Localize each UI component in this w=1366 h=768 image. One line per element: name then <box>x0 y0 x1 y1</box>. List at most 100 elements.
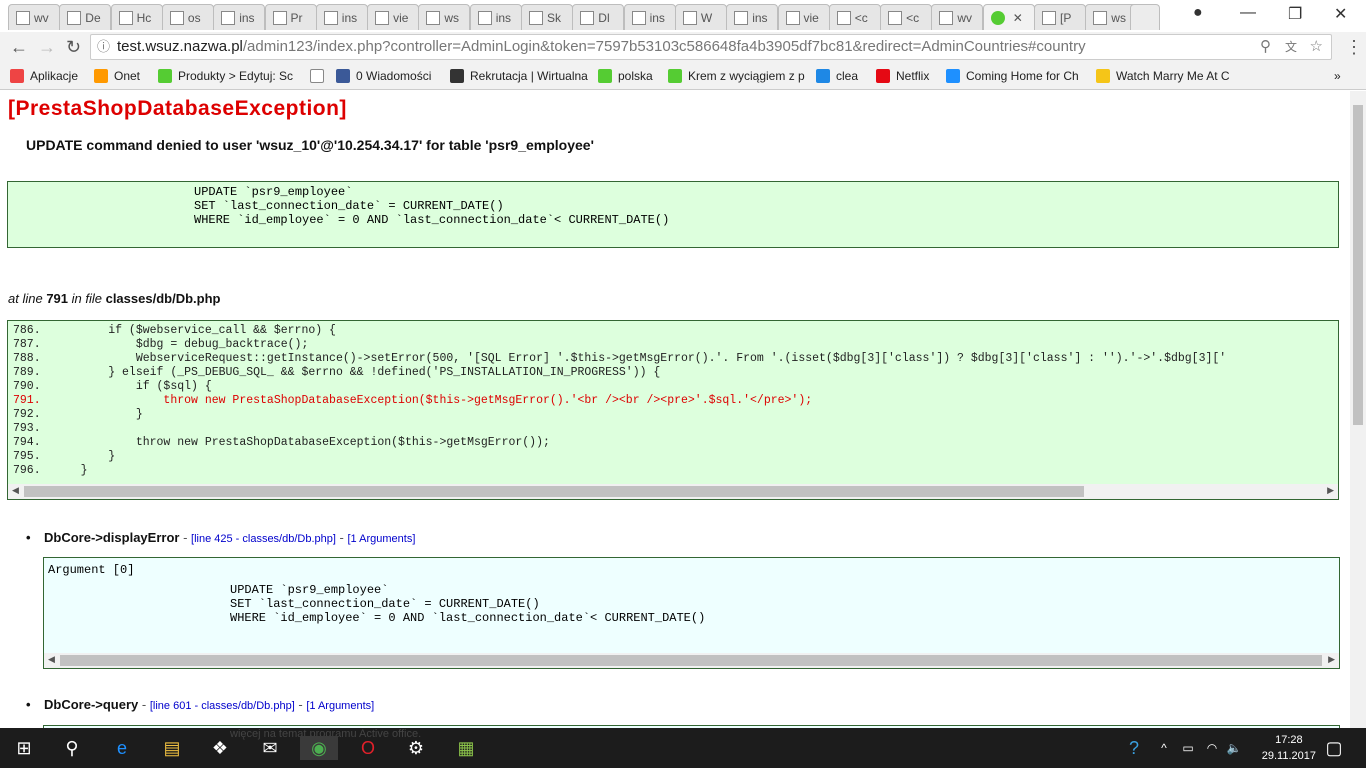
bookmark-item[interactable]: Rekrutacja | Wirtualna <box>450 69 588 83</box>
info-icon[interactable]: ⓘ <box>97 35 110 59</box>
trace-location-link[interactable]: [line 601 - classes/db/Db.php] <box>150 700 295 712</box>
code-listing: 786. if ($webservice_call && $errno) {78… <box>8 321 1338 478</box>
argument-box: Argument [0] UPDATE `psr9_employee` SET … <box>43 557 1340 669</box>
browser-tab[interactable]: wv <box>8 4 60 30</box>
wifi-icon[interactable]: ◠ <box>1200 736 1224 760</box>
browser-tab[interactable]: <c <box>828 4 881 30</box>
windows-start-icon[interactable]: ⊞ <box>12 736 36 760</box>
menu-icon[interactable]: ⋮ <box>1345 37 1363 58</box>
volume-icon[interactable]: 🔈 <box>1222 736 1246 760</box>
bookmark-item[interactable]: Aplikacje <box>10 69 78 83</box>
tab-favicon-icon <box>990 10 1005 25</box>
bookmark-item[interactable]: 0 Wiadomości <box>336 69 431 83</box>
browser-tab[interactable]: ins <box>315 4 368 30</box>
code-text: WebserviceRequest::getInstance()->setErr… <box>53 352 1227 365</box>
reload-button[interactable]: ↻ <box>66 37 81 58</box>
bookmark-item[interactable]: Coming Home for Ch <box>946 69 1079 83</box>
bookmark-label: clea <box>836 69 859 83</box>
settings-icon[interactable]: ⚙ <box>404 736 428 760</box>
browser-tab[interactable]: <c <box>880 4 933 30</box>
bookmark-icon <box>94 69 108 83</box>
bookmark-icon <box>876 69 890 83</box>
browser-tab[interactable]: De <box>59 4 112 30</box>
browser-tab[interactable]: ins <box>623 4 676 30</box>
dropbox-icon[interactable]: ❖ <box>208 736 232 760</box>
bookmark-item[interactable]: polska <box>598 69 653 83</box>
forward-button[interactable]: → <box>38 37 56 58</box>
minimize-button[interactable]: — <box>1240 4 1256 22</box>
close-tab-icon[interactable]: ✕ <box>1013 11 1023 25</box>
tab-title: wv <box>957 10 973 25</box>
browser-tab[interactable]: wv <box>931 4 984 30</box>
bookmark-item[interactable] <box>310 69 330 83</box>
more-bookmarks-button[interactable]: » <box>1334 69 1341 83</box>
notepad-icon[interactable]: ▦ <box>454 736 478 760</box>
search-icon[interactable]: ⚲ <box>60 736 84 760</box>
opera-icon[interactable]: O <box>356 736 380 760</box>
tab-title: ws <box>1111 10 1126 25</box>
code-line: 793. <box>13 422 1338 436</box>
battery-icon[interactable]: ▭ <box>1176 736 1200 760</box>
browser-tab[interactable]: vie <box>367 4 420 30</box>
edge-icon[interactable]: e <box>110 736 134 760</box>
line-number: 793. <box>13 422 41 435</box>
file-explorer-icon[interactable]: ▤ <box>160 736 184 760</box>
code-line: 790. if ($sql) { <box>13 380 1338 394</box>
back-button[interactable]: ← <box>10 37 28 58</box>
bookmark-icon <box>10 69 24 83</box>
browser-tab[interactable]: ins <box>469 4 522 30</box>
tab-title: ws <box>444 10 460 25</box>
tab-favicon-icon <box>1042 10 1056 25</box>
browser-tab[interactable]: W <box>674 4 727 30</box>
bookmark-icon <box>450 69 464 83</box>
browser-tab[interactable]: Sk <box>521 4 573 30</box>
exception-title: [PrestaShopDatabaseException] <box>8 97 347 120</box>
browser-tab[interactable]: Dl <box>572 4 625 30</box>
address-bar[interactable]: ⓘ test.wsuz.nazwa.pl/admin123/index.php?… <box>90 34 1332 60</box>
bookmark-label: Krem z wyciągiem z p <box>688 69 805 83</box>
close-window-button[interactable]: ✕ <box>1334 4 1347 24</box>
trace-arguments-link[interactable]: [1 Arguments] <box>348 533 416 545</box>
browser-tab[interactable]: ws <box>418 4 471 30</box>
browser-tab[interactable]: ins <box>726 4 779 30</box>
page-vertical-scrollbar[interactable] <box>1350 91 1366 728</box>
line-number: 796. <box>13 464 41 477</box>
new-tab-button[interactable] <box>1130 4 1160 30</box>
bookmark-item[interactable]: clea <box>816 69 858 83</box>
code-line: 788. WebserviceRequest::getInstance()->s… <box>13 352 1338 366</box>
tab-favicon-icon <box>323 10 338 25</box>
bookmark-item[interactable]: Krem z wyciągiem z p <box>668 69 805 83</box>
browser-tab[interactable]: Hc <box>110 4 163 30</box>
translate-icon[interactable]: 文 <box>1285 35 1297 59</box>
browser-tab[interactable]: vie <box>777 4 830 30</box>
tab-title: Dl <box>598 10 610 25</box>
trace-item: DbCore->displayError - [line 425 - class… <box>26 530 416 545</box>
browser-tab[interactable]: ins <box>213 4 266 30</box>
bookmark-item[interactable]: Netflix <box>876 69 929 83</box>
zoom-icon[interactable]: ⚲ <box>1260 35 1271 59</box>
browser-tab[interactable]: [P <box>1034 4 1086 30</box>
code-text: } <box>53 450 116 463</box>
chrome-icon[interactable]: ◉ <box>300 736 338 760</box>
browser-tab[interactable]: os <box>161 4 214 30</box>
browser-tab[interactable]: ✕ <box>982 4 1035 30</box>
argument-horizontal-scrollbar[interactable]: ◀ ▶ <box>44 653 1339 668</box>
mail-icon[interactable]: ✉ <box>258 736 282 760</box>
bookmark-item[interactable]: Produkty > Edytuj: Sc <box>158 69 293 83</box>
tab-favicon-icon <box>580 10 595 25</box>
trace-location-link[interactable]: [line 425 - classes/db/Db.php] <box>191 533 336 545</box>
help-icon[interactable]: ? <box>1122 736 1146 760</box>
maximize-button[interactable]: ❐ <box>1288 4 1302 24</box>
code-horizontal-scrollbar[interactable]: ◀ ▶ <box>8 484 1338 499</box>
profile-icon[interactable]: ● <box>1193 4 1203 22</box>
bookmark-item[interactable]: Onet <box>94 69 140 83</box>
browser-tab[interactable]: Pr <box>264 4 317 30</box>
bookmark-item[interactable]: Watch Marry Me At C <box>1096 69 1230 83</box>
trace-arguments-link[interactable]: [1 Arguments] <box>306 700 374 712</box>
line-number: 787. <box>13 338 41 351</box>
clock[interactable]: 17:28 29.11.2017 <box>1262 732 1316 764</box>
chevron-up-icon[interactable]: ^ <box>1152 736 1176 760</box>
notifications-icon[interactable]: ▢ <box>1322 736 1346 760</box>
line-number: 795. <box>13 450 41 463</box>
star-icon[interactable]: ☆ <box>1310 35 1323 59</box>
